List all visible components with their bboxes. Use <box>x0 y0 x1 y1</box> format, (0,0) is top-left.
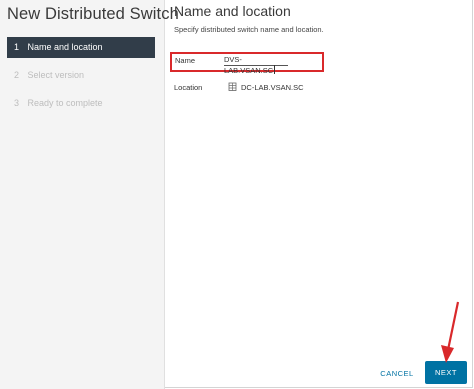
step-number: 1 <box>14 42 20 52</box>
wizard-content: Name and location Specify distributed sw… <box>164 0 474 389</box>
cancel-button[interactable]: CANCEL <box>374 363 420 383</box>
step-label: Name and location <box>27 42 103 52</box>
step-number: 2 <box>14 70 20 80</box>
wizard-title: New Distributed Switch <box>7 5 179 23</box>
name-input[interactable]: DVS-LAB.VSAN.SC <box>224 55 288 75</box>
step-label: Ready to complete <box>27 98 103 108</box>
step-name-and-location[interactable]: 1 Name and location <box>7 37 155 58</box>
wizard-steps: 1 Name and location 2 Select version 3 R… <box>7 37 155 121</box>
name-label: Name <box>175 56 196 65</box>
location-value: DC-LAB.VSAN.SC <box>241 83 304 92</box>
text-caret <box>274 65 276 74</box>
step-label: Select version <box>27 70 85 80</box>
datacenter-icon <box>228 82 237 91</box>
next-button[interactable]: NEXT <box>425 361 467 384</box>
step-select-version: 2 Select version <box>7 65 155 86</box>
wizard-sidebar: New Distributed Switch 1 Name and locati… <box>0 0 179 389</box>
step-ready-to-complete: 3 Ready to complete <box>7 93 155 114</box>
name-input-value: DVS-LAB.VSAN.SC <box>224 55 274 75</box>
page-title: Name and location <box>174 3 291 19</box>
annotation-arrow <box>441 301 460 363</box>
page-description: Specify distributed switch name and loca… <box>174 25 324 34</box>
step-number: 3 <box>14 98 20 108</box>
location-label: Location <box>174 83 203 92</box>
